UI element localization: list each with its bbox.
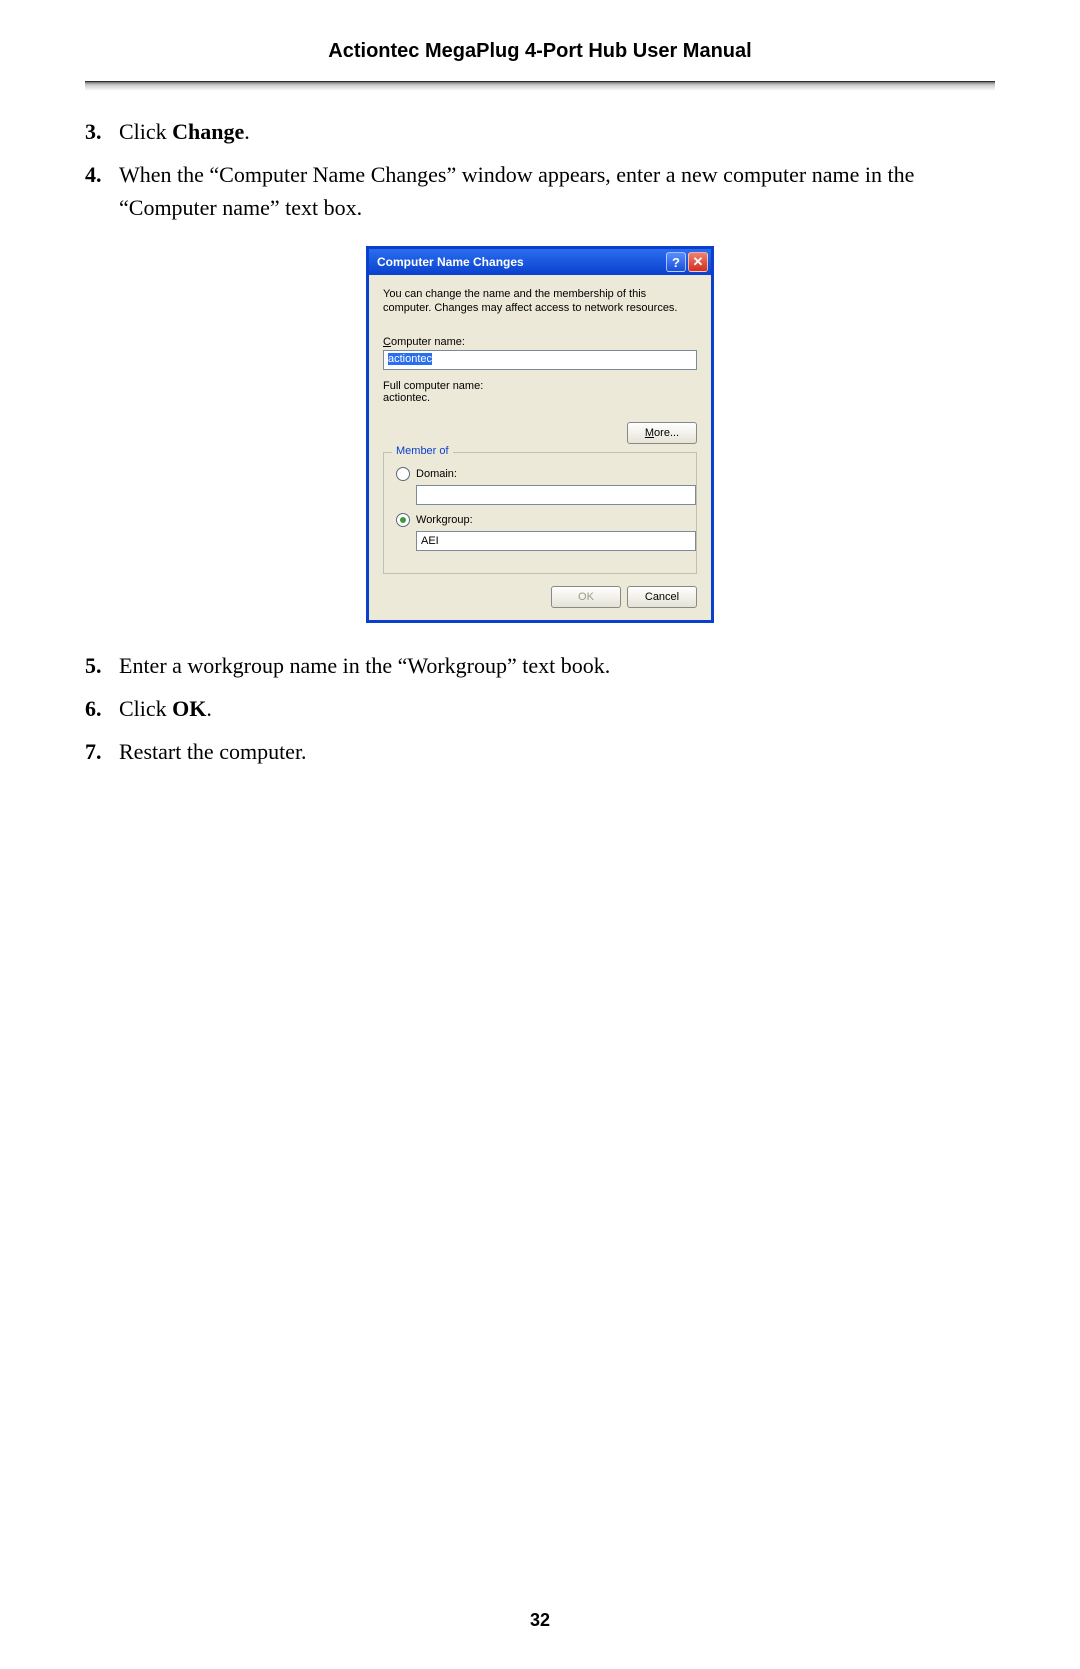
- help-icon[interactable]: ?: [666, 252, 686, 272]
- step-6: 6. Click OK.: [85, 692, 995, 725]
- computer-name-changes-dialog: Computer Name Changes ? ✕ You can change…: [366, 246, 714, 623]
- full-computer-name-value: actiontec.: [383, 392, 697, 404]
- step-number: 5.: [85, 649, 119, 682]
- workgroup-label: Workgroup:: [416, 514, 473, 526]
- domain-radio-row[interactable]: Domain:: [396, 467, 684, 481]
- computer-name-label: Computer name:: [383, 336, 697, 348]
- step-text: When the “Computer Name Changes” window …: [119, 158, 995, 224]
- step-text: Restart the computer.: [119, 735, 995, 768]
- label-rest: omputer name:: [391, 336, 465, 348]
- header-divider: [85, 81, 995, 91]
- ok-button[interactable]: OK: [551, 586, 621, 608]
- workgroup-radio[interactable]: [396, 513, 410, 527]
- domain-label: Domain:: [416, 468, 457, 480]
- label-underline: D: [416, 468, 424, 480]
- step-number: 7.: [85, 735, 119, 768]
- dialog-titlebar[interactable]: Computer Name Changes ? ✕: [369, 249, 711, 275]
- step-number: 6.: [85, 692, 119, 725]
- btn-underline: M: [645, 427, 654, 439]
- step-suffix: .: [206, 696, 212, 721]
- workgroup-input[interactable]: [416, 531, 696, 551]
- domain-input[interactable]: [416, 485, 696, 505]
- member-of-groupbox: Member of Domain: Workgroup:: [383, 452, 697, 574]
- instruction-steps: 3. Click Change. 4. When the “Computer N…: [85, 115, 995, 224]
- close-icon[interactable]: ✕: [688, 252, 708, 272]
- member-of-legend: Member of: [392, 445, 453, 457]
- step-prefix: When the “Computer Name Changes” window …: [119, 162, 914, 220]
- workgroup-radio-row[interactable]: Workgroup:: [396, 513, 684, 527]
- step-prefix: Restart the computer.: [119, 739, 307, 764]
- step-text: Click OK.: [119, 692, 995, 725]
- cancel-button[interactable]: Cancel: [627, 586, 697, 608]
- step-number: 3.: [85, 115, 119, 148]
- label-rest: orkgroup:: [426, 514, 472, 526]
- step-number: 4.: [85, 158, 119, 224]
- more-button[interactable]: More...: [627, 422, 697, 444]
- label-underline: W: [416, 514, 426, 526]
- dialog-title: Computer Name Changes: [377, 255, 664, 269]
- instruction-steps-continued: 5. Enter a workgroup name in the “Workgr…: [85, 649, 995, 768]
- step-suffix: .: [244, 119, 250, 144]
- step-text: Click Change.: [119, 115, 995, 148]
- label-rest: omain:: [424, 468, 457, 480]
- manual-title: Actiontec MegaPlug 4-Port Hub User Manua…: [85, 40, 995, 63]
- label-underline: C: [383, 336, 391, 348]
- step-4: 4. When the “Computer Name Changes” wind…: [85, 158, 995, 224]
- page-number: 32: [0, 1610, 1080, 1631]
- step-text: Enter a workgroup name in the “Workgroup…: [119, 649, 995, 682]
- step-7: 7. Restart the computer.: [85, 735, 995, 768]
- domain-radio[interactable]: [396, 467, 410, 481]
- step-prefix: Click: [119, 119, 172, 144]
- step-prefix: Click: [119, 696, 172, 721]
- dialog-description: You can change the name and the membersh…: [383, 287, 697, 316]
- step-bold: Change: [172, 119, 244, 144]
- btn-rest: ore...: [654, 427, 679, 439]
- full-computer-name-label: Full computer name:: [383, 380, 697, 392]
- computer-name-value: actiontec: [388, 353, 432, 365]
- step-3: 3. Click Change.: [85, 115, 995, 148]
- step-bold: OK: [172, 696, 206, 721]
- computer-name-input[interactable]: actiontec: [383, 350, 697, 370]
- step-prefix: Enter a workgroup name in the “Workgroup…: [119, 653, 610, 678]
- step-5: 5. Enter a workgroup name in the “Workgr…: [85, 649, 995, 682]
